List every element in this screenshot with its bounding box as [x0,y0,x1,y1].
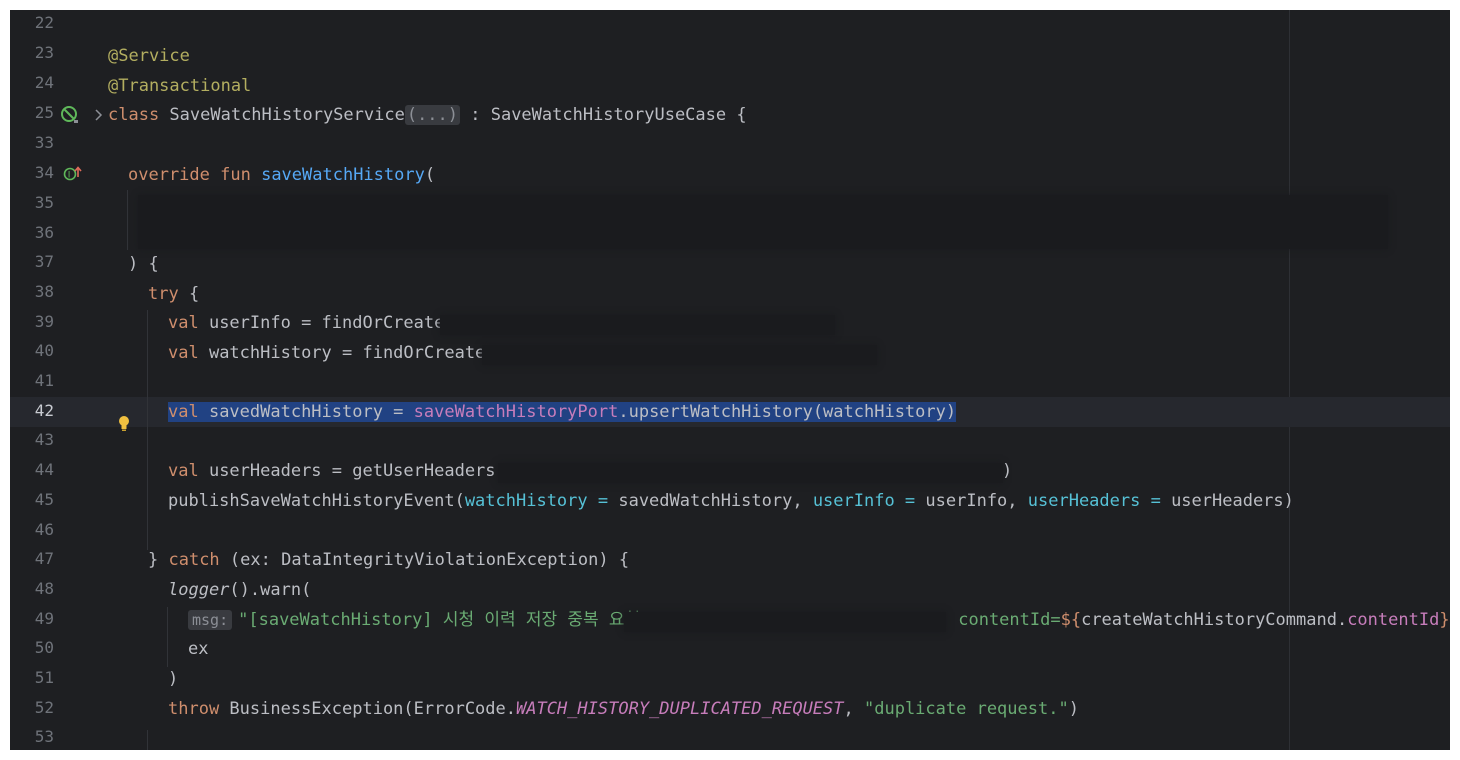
redacted-block [498,463,1003,483]
redacted-block [624,612,946,632]
code-line-51: ) [168,669,179,689]
indent-guide [147,310,148,550]
folded-constructor[interactable]: (...) [404,105,461,125]
line-number: 47 [34,549,54,568]
line-number: 44 [34,460,54,479]
line-number: 49 [34,609,54,628]
redacted-block [138,195,1388,249]
code-line-44: val userHeaders = getUserHeaders( [168,461,506,481]
spring-bean-icon[interactable] [60,105,80,125]
line-number: 51 [34,668,54,687]
line-number: 24 [34,73,54,92]
line-number: 41 [34,371,54,390]
code-line-49-tail: contentId=${createWatchHistoryCommand.co… [948,610,1450,630]
code-line-42[interactable]: val savedWatchHistory = saveWatchHistory… [168,397,957,427]
svg-text:I: I [68,171,71,181]
line-number: 46 [34,520,54,539]
indent-guide [167,607,168,667]
code-editor[interactable]: 22 23 24 25 33 34 35 36 37 38 39 40 41 4… [10,10,1450,750]
parameter-hint: msg: [188,610,233,630]
line-number: 45 [34,490,54,509]
line-number: 36 [34,223,54,242]
redacted-block [440,315,835,335]
code-line-49: msg: "[saveWatchHistory] 시청 이력 저장 중복 요청 [188,605,640,635]
line-number: 34 [34,163,54,182]
line-number: 25 [34,103,54,122]
implements-method-icon[interactable]: I [63,165,85,183]
selected-text[interactable]: val savedWatchHistory = saveWatchHistory… [168,402,957,422]
line-number: 23 [34,43,54,62]
code-line-40: val watchHistory = findOrCreate( [168,343,496,363]
line-number: 39 [34,312,54,331]
right-margin-guide [1289,10,1290,750]
line-number: 33 [34,133,54,152]
code-line-38: try { [148,284,200,304]
redacted-block [482,345,877,365]
line-number: 48 [34,579,54,598]
code-line-50: ex [188,639,209,659]
code-line-25: class SaveWatchHistoryService (...) : Sav… [108,105,747,125]
code-line-44-end: ) [1002,461,1013,481]
line-number: 22 [34,13,54,32]
line-number: 52 [34,698,54,717]
line-number: 53 [34,727,54,746]
code-line-37: ) { [128,254,159,274]
code-line-24: @Transactional [108,76,252,96]
line-number: 40 [34,341,54,360]
line-number: 35 [34,193,54,212]
code-line-47: } catch (ex: DataIntegrityViolationExcep… [148,550,630,570]
code-line-39: val userInfo = findOrCreate( [168,313,455,333]
line-number: 37 [34,252,54,271]
code-line-34: override fun saveWatchHistory( [128,165,436,185]
code-line-45: publishSaveWatchHistoryEvent(watchHistor… [168,491,1294,511]
line-number-current: 42 [34,401,54,420]
line-number: 38 [34,282,54,301]
line-number: 50 [34,638,54,657]
indent-guide [127,190,128,250]
code-line-52: throw BusinessException(ErrorCode.WATCH_… [168,699,1079,719]
code-line-23: @Service [108,46,190,66]
indent-guide [147,730,148,750]
line-number: 43 [34,430,54,449]
chevron-right-icon[interactable] [94,108,104,122]
lightbulb-icon[interactable] [117,414,131,432]
code-line-48: logger().warn( [168,580,312,600]
